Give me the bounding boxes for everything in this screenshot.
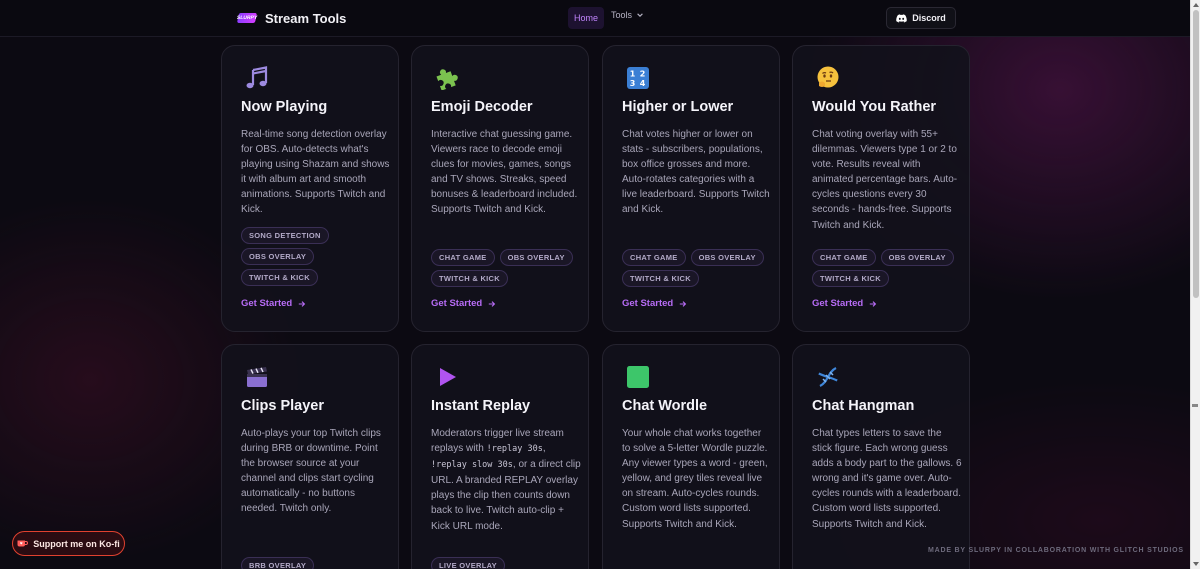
brand-logo[interactable]: SLURPY — [236, 13, 258, 23]
top-navbar: SLURPY Stream Tools Home Tools Discord — [0, 0, 1190, 37]
tag-badge: LIVE OVERLAY — [431, 557, 505, 569]
tag-badge: OBS OVERLAY — [499, 249, 573, 266]
card-tags: LIVE OVERLAY — [431, 557, 581, 569]
card-description: Moderators trigger live stream replays w… — [431, 426, 581, 534]
chevron-down-icon — [637, 13, 643, 17]
coffee-cup-icon — [17, 540, 29, 547]
tag-badge: CHAT GAME — [812, 249, 876, 266]
tool-card-clips-player[interactable]: Clips Player Auto-plays your top Twitch … — [221, 344, 399, 569]
tag-badge: OBS OVERLAY — [241, 248, 315, 265]
scroll-marker — [1192, 404, 1198, 407]
svg-text:1: 1 — [630, 70, 636, 79]
card-tags: CHAT GAME OBS OVERLAY TWITCH & KICK — [622, 249, 772, 287]
svg-text:3: 3 — [630, 79, 636, 88]
scroll-down-arrow[interactable] — [1193, 562, 1199, 566]
arrow-right-icon — [489, 300, 496, 307]
card-description: Chat types letters to save the stick fig… — [812, 428, 962, 530]
card-description: Auto-plays your top Twitch clips during … — [241, 428, 381, 515]
card-title: Chat Hangman — [812, 398, 915, 414]
discord-button[interactable]: Discord — [886, 7, 956, 29]
scroll-thumb[interactable] — [1193, 10, 1199, 298]
get-started-label: Get Started — [622, 298, 674, 309]
brand-name[interactable]: Stream Tools — [265, 11, 346, 26]
tool-card-instant-replay[interactable]: Instant Replay Moderators trigger live s… — [411, 344, 589, 569]
card-description: Chat voting overlay with 55+ dilemmas. V… — [812, 129, 958, 231]
numbers-icon: 1 2 3 4 — [627, 67, 649, 89]
tool-card-higher-or-lower[interactable]: 1 2 3 4 Higher or Lower Chat votes highe… — [602, 45, 780, 332]
kofi-label: Support me on Ko-fi — [33, 538, 120, 549]
nav-home-link[interactable]: Home — [568, 7, 605, 29]
credit-text: MADE BY SLURPY IN COLLABORATION WITH GLI… — [928, 547, 1184, 554]
dna-icon — [818, 367, 838, 387]
discord-icon — [896, 13, 908, 22]
play-icon — [440, 368, 456, 386]
tool-card-chat-wordle[interactable]: Chat Wordle Your whole chat works togeth… — [602, 344, 780, 569]
get-started-link[interactable]: Get Started — [431, 298, 496, 309]
arrow-right-icon — [680, 300, 687, 307]
arrow-right-icon — [870, 300, 877, 307]
tag-badge: SONG DETECTION — [241, 227, 329, 244]
thinking-face-icon — [817, 66, 839, 88]
kofi-support-button[interactable]: Support me on Ko-fi — [12, 531, 125, 556]
nav-tools-label: Tools — [611, 10, 633, 20]
command-code: !replay 30s — [486, 444, 543, 455]
card-title: Chat Wordle — [622, 398, 708, 414]
get-started-link[interactable]: Get Started — [241, 298, 306, 309]
card-description: Interactive chat guessing game. Viewers … — [431, 129, 578, 216]
desc-text: , — [542, 443, 546, 455]
tag-badge: CHAT GAME — [622, 249, 686, 266]
discord-label: Discord — [912, 13, 946, 23]
card-title: Higher or Lower — [622, 99, 734, 115]
nav-tools-dropdown[interactable]: Tools — [611, 10, 644, 20]
tag-badge: TWITCH & KICK — [812, 270, 889, 287]
card-title: Instant Replay — [431, 398, 531, 414]
command-code: !replay slow 30s — [431, 460, 513, 471]
card-tags: CHAT GAME OBS OVERLAY TWITCH & KICK — [431, 249, 581, 287]
get-started-label: Get Started — [812, 298, 864, 309]
tool-card-would-you-rather[interactable]: Would You Rather Chat voting overlay wit… — [792, 45, 970, 332]
get-started-link[interactable]: Get Started — [622, 298, 687, 309]
svg-text:4: 4 — [640, 79, 646, 88]
tag-badge: TWITCH & KICK — [431, 270, 508, 287]
green-square-icon — [627, 366, 649, 388]
card-title: Would You Rather — [812, 99, 937, 115]
card-description: Your whole chat works together to solve … — [622, 428, 768, 530]
get-started-label: Get Started — [241, 298, 293, 309]
tag-badge: OBS OVERLAY — [690, 249, 764, 266]
card-title: Now Playing — [241, 99, 328, 115]
get-started-link[interactable]: Get Started — [812, 298, 877, 309]
tag-badge: CHAT GAME — [431, 249, 495, 266]
tag-badge: TWITCH & KICK — [241, 269, 318, 286]
card-tags: SONG DETECTION OBS OVERLAY TWITCH & KICK — [241, 227, 391, 286]
card-tags: CHAT GAME OBS OVERLAY TWITCH & KICK — [812, 249, 962, 287]
clapperboard-icon — [247, 367, 267, 387]
page-scrollbar[interactable] — [1190, 0, 1200, 569]
tag-badge: TWITCH & KICK — [622, 270, 699, 287]
arrow-right-icon — [299, 300, 306, 307]
scroll-up-arrow[interactable] — [1193, 3, 1199, 7]
tag-badge: BRB OVERLAY — [241, 557, 315, 569]
tool-card-chat-hangman[interactable]: Chat Hangman Chat types letters to save … — [792, 344, 970, 569]
music-notes-icon — [246, 66, 268, 89]
brand-logo-text: SLURPY — [236, 15, 258, 21]
card-title: Clips Player — [241, 398, 325, 414]
tool-card-emoji-decoder[interactable]: Emoji Decoder Interactive chat guessing … — [411, 45, 589, 332]
card-title: Emoji Decoder — [431, 99, 533, 115]
puzzle-piece-icon — [436, 69, 458, 90]
card-description: Chat votes higher or lower on stats - su… — [622, 129, 770, 216]
svg-text:2: 2 — [640, 70, 646, 79]
tool-card-now-playing[interactable]: Now Playing Real-time song detection ove… — [221, 45, 399, 332]
get-started-label: Get Started — [431, 298, 483, 309]
tag-badge: OBS OVERLAY — [880, 249, 954, 266]
card-description: Real-time song detection overlay for OBS… — [241, 129, 390, 216]
card-tags: BRB OVERLAY — [241, 557, 391, 569]
